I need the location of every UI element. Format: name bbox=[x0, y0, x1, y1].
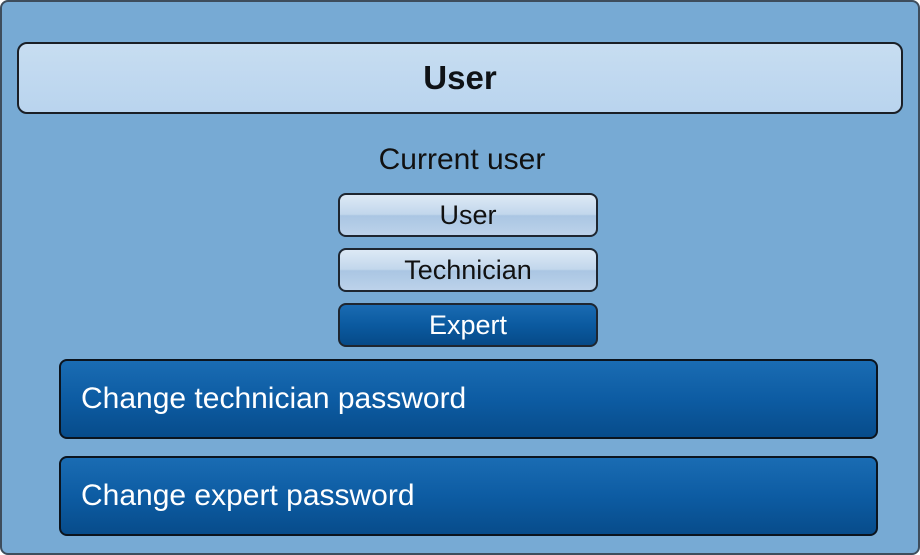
user-level-technician-button[interactable]: Technician bbox=[338, 248, 598, 292]
change-expert-password-label: Change expert password bbox=[81, 479, 415, 512]
user-level-technician-label: Technician bbox=[404, 254, 532, 285]
user-level-expert-button[interactable]: Expert bbox=[338, 303, 598, 347]
user-level-user-button[interactable]: User bbox=[338, 193, 598, 237]
user-screen: User Current user User Technician Expert… bbox=[0, 0, 920, 555]
change-technician-password-label: Change technician password bbox=[81, 382, 467, 415]
user-level-user-label: User bbox=[439, 199, 497, 230]
page-title: User bbox=[17, 42, 903, 114]
change-expert-password-button[interactable]: Change expert password bbox=[59, 456, 878, 536]
change-technician-password-button[interactable]: Change technician password bbox=[59, 359, 878, 439]
current-user-label: Current user bbox=[378, 143, 546, 176]
user-level-expert-label: Expert bbox=[428, 309, 508, 340]
